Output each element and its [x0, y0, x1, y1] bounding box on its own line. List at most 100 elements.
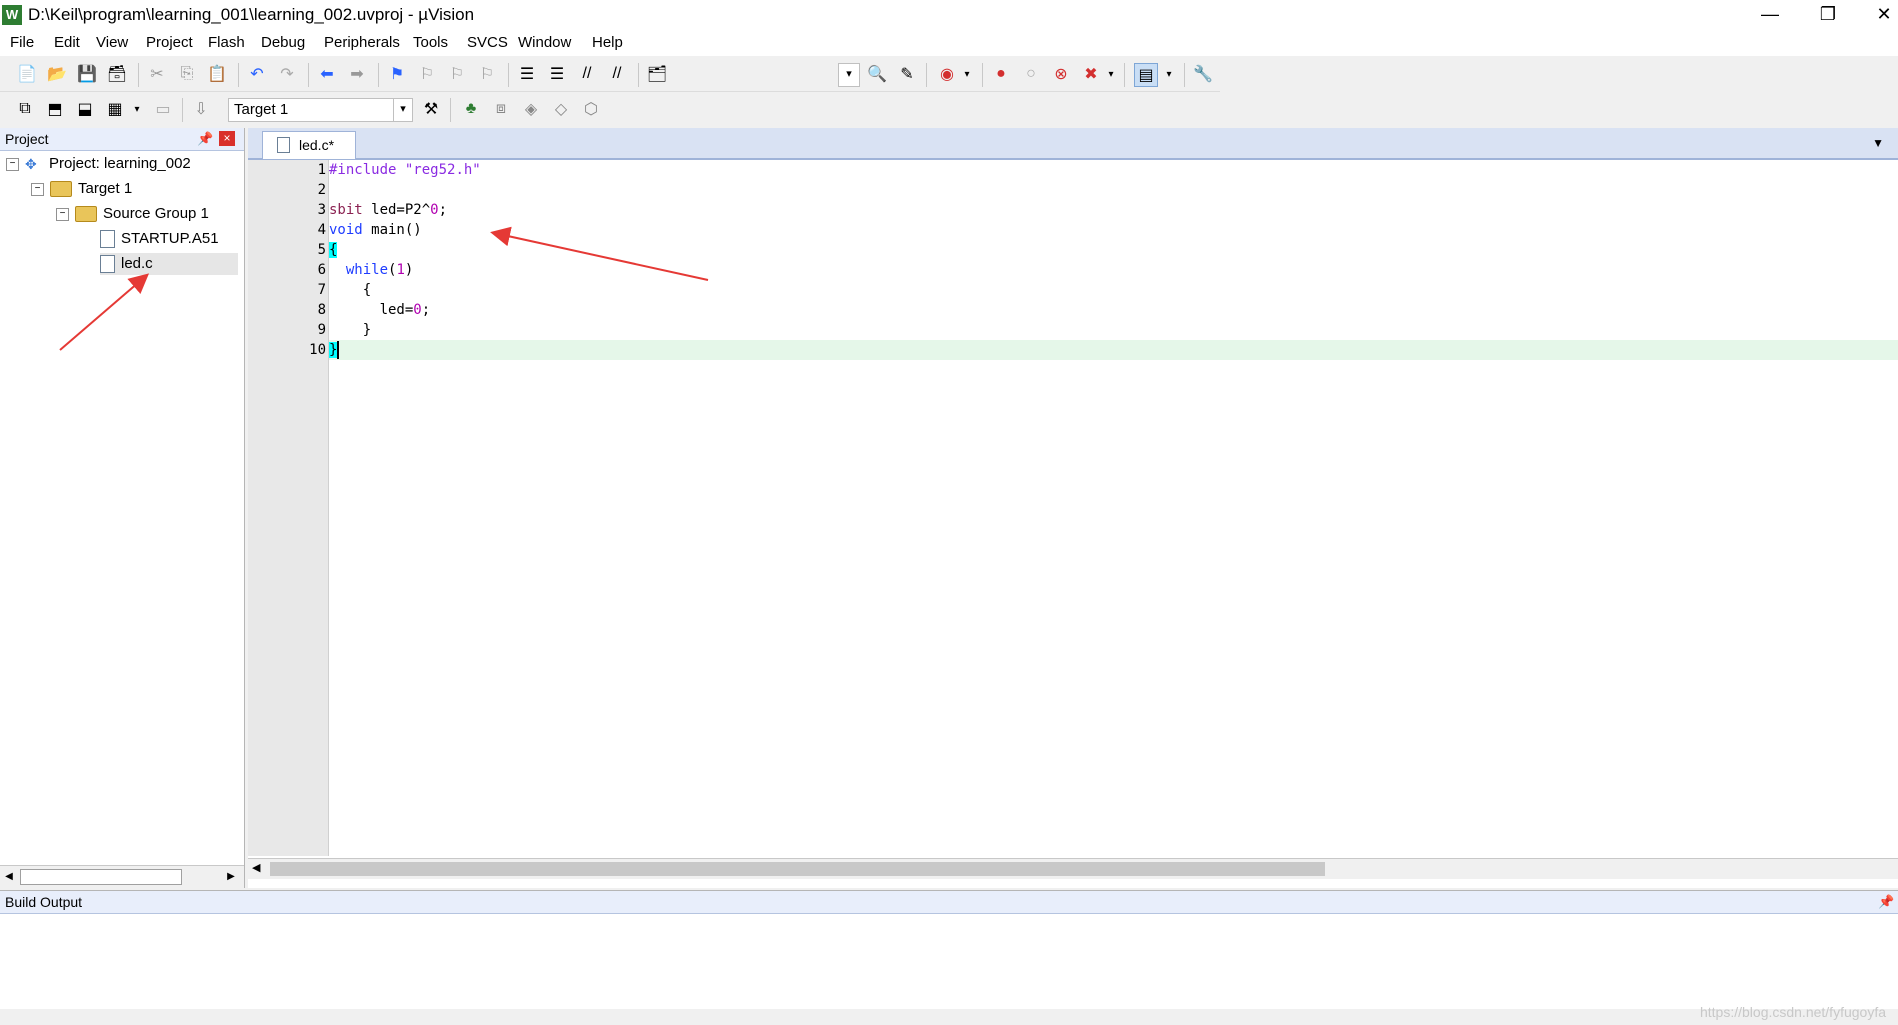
tree-source-group[interactable]: − Source Group 1: [56, 203, 209, 225]
scroll-right-icon[interactable]: ▶: [224, 869, 238, 885]
target-select[interactable]: Target 1 ▾: [228, 98, 413, 122]
start-debug-icon[interactable]: ◉: [936, 63, 958, 85]
copy-icon[interactable]: ⎘: [176, 63, 198, 85]
clear-bookmarks-icon[interactable]: ⚐: [476, 63, 498, 85]
menu-edit[interactable]: Edit: [54, 34, 80, 51]
bookmark-icon[interactable]: ⚑: [386, 63, 408, 85]
tab-label: led.c*: [299, 137, 335, 153]
batch-build-icon[interactable]: ▦: [104, 98, 126, 120]
debug-dropdown-icon[interactable]: ▾: [956, 63, 978, 85]
save-icon[interactable]: 💾: [76, 63, 98, 85]
pin-icon[interactable]: 📌: [197, 131, 213, 147]
collapse-icon[interactable]: −: [56, 207, 69, 221]
find-icon[interactable]: 🔍: [866, 63, 888, 85]
menu-svcs[interactable]: SVCS: [467, 34, 508, 51]
toolbar-separator: [138, 63, 139, 87]
code-line: void main(): [329, 220, 1898, 240]
indent-icon[interactable]: ☰: [516, 63, 538, 85]
scroll-left-icon[interactable]: ◀: [2, 869, 16, 885]
scroll-left-icon[interactable]: ◀: [252, 861, 260, 874]
code-token: #include: [329, 162, 397, 178]
find-combo-dropdown[interactable]: ▾: [838, 63, 860, 87]
code-token: sbit: [329, 202, 363, 218]
download-icon[interactable]: ⇩: [190, 98, 212, 120]
disable-breakpoints-icon[interactable]: ⊗: [1050, 63, 1072, 85]
find-in-files-icon[interactable]: 🗂: [646, 63, 668, 85]
save-all-icon[interactable]: 🗃: [106, 63, 128, 85]
pack-installer-icon[interactable]: ◇: [550, 98, 572, 120]
collapse-icon[interactable]: −: [6, 157, 19, 171]
comment-icon[interactable]: //: [576, 63, 598, 85]
menu-file[interactable]: File: [10, 34, 34, 51]
select-packs-icon[interactable]: ⧈: [490, 98, 512, 120]
breakpoint-dropdown-icon[interactable]: ▾: [1100, 63, 1122, 85]
stop-build-icon[interactable]: ▭: [152, 98, 174, 120]
line-number: 4: [317, 222, 326, 238]
scroll-thumb[interactable]: [20, 869, 182, 885]
undo-icon[interactable]: ↶: [246, 63, 268, 85]
insert-breakpoint-icon[interactable]: ●: [990, 63, 1012, 85]
tree-project[interactable]: − ✥ Project: learning_002: [6, 153, 191, 175]
build-icon[interactable]: ⬒: [44, 98, 66, 120]
editor-hscrollbar[interactable]: ◀: [248, 858, 1898, 879]
tree-target[interactable]: − Target 1: [31, 178, 132, 200]
restore-button[interactable]: ❐: [1800, 0, 1856, 30]
menu-debug[interactable]: Debug: [261, 34, 305, 51]
close-button[interactable]: ✕: [1856, 0, 1898, 30]
enable-breakpoint-icon[interactable]: ○: [1020, 63, 1042, 85]
menu-help[interactable]: Help: [592, 34, 623, 51]
minimize-button[interactable]: —: [1742, 0, 1798, 30]
redo-icon[interactable]: ↷: [276, 63, 298, 85]
incremental-find-icon[interactable]: ✎: [896, 63, 918, 85]
build-output-text[interactable]: [0, 915, 1898, 1007]
menu-window[interactable]: Window: [518, 34, 571, 51]
kill-breakpoints-icon[interactable]: ✖: [1080, 63, 1102, 85]
unindent-icon[interactable]: ☰: [546, 63, 568, 85]
project-hscrollbar[interactable]: ◀ ▶: [0, 865, 244, 888]
collapse-icon[interactable]: −: [31, 182, 44, 196]
chevron-down-icon[interactable]: ▾: [393, 99, 412, 121]
pin-icon[interactable]: 📌: [1878, 894, 1894, 910]
batch-build-dropdown-icon[interactable]: ▾: [126, 98, 148, 120]
code-line: {: [329, 240, 1898, 260]
tree-file-startup[interactable]: STARTUP.A51: [100, 228, 219, 250]
tree-file-led[interactable]: led.c: [100, 253, 238, 275]
navigate-back-icon[interactable]: ⬅: [316, 63, 338, 85]
line-number: 7: [317, 282, 326, 298]
new-file-icon[interactable]: 📄: [16, 63, 38, 85]
manage-project-items-icon[interactable]: ♣: [460, 98, 482, 120]
tab-list-dropdown-icon[interactable]: ▼: [1872, 136, 1884, 150]
scroll-thumb[interactable]: [270, 862, 1325, 876]
translate-icon[interactable]: ⧉: [14, 98, 36, 120]
menu-peripherals[interactable]: Peripherals: [324, 34, 400, 51]
cut-icon[interactable]: ✂: [146, 63, 168, 85]
menu-view[interactable]: View: [96, 34, 128, 51]
open-file-icon[interactable]: 📂: [46, 63, 68, 85]
configure-icon[interactable]: 🔧: [1192, 63, 1214, 85]
rebuild-icon[interactable]: ⬓: [74, 98, 96, 120]
window-layout-icon[interactable]: ▤: [1134, 63, 1158, 87]
code-editor[interactable]: #include "reg52.h" sbit led=P2^0; void m…: [329, 160, 1898, 856]
uncomment-icon[interactable]: //: [606, 63, 628, 85]
menu-tools[interactable]: Tools: [413, 34, 448, 51]
target-options-icon[interactable]: ⚒: [420, 98, 442, 120]
project-icon: ✥: [25, 156, 37, 173]
close-panel-icon[interactable]: ×: [219, 131, 235, 146]
prev-bookmark-icon[interactable]: ⚐: [416, 63, 438, 85]
navigate-forward-icon[interactable]: ➡: [346, 63, 368, 85]
brace-match-highlight: {: [329, 242, 338, 258]
tab-led-c[interactable]: led.c*: [262, 131, 356, 159]
build-output-hscrollbar[interactable]: [0, 1009, 1898, 1025]
menu-project[interactable]: Project: [146, 34, 193, 51]
toolbar-separator: [1124, 63, 1125, 87]
menu-flash[interactable]: Flash: [208, 34, 245, 51]
software-packs-icon[interactable]: ⬡: [580, 98, 602, 120]
toolbar-separator: [378, 63, 379, 87]
paste-icon[interactable]: 📋: [206, 63, 228, 85]
line-number: 1: [317, 162, 326, 178]
window-layout-dropdown-icon[interactable]: ▾: [1158, 63, 1180, 85]
toolbar-separator: [238, 63, 239, 87]
manage-rte-icon[interactable]: ◈: [520, 98, 542, 120]
toolbar-separator: [1184, 63, 1185, 87]
next-bookmark-icon[interactable]: ⚐: [446, 63, 468, 85]
